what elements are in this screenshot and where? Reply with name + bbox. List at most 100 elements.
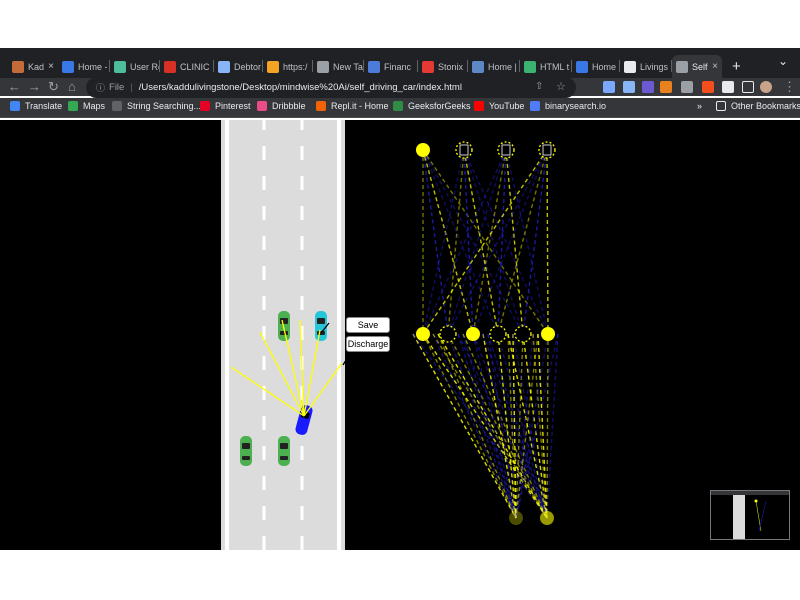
discard-button[interactable]: Discharge bbox=[346, 336, 390, 352]
tab-8[interactable]: Stonix bbox=[418, 55, 468, 78]
star-icon[interactable]: ☆ bbox=[556, 78, 566, 96]
extension-icon-1[interactable] bbox=[623, 81, 635, 93]
bookmark-label: Pinterest bbox=[215, 101, 251, 111]
tab-7[interactable]: Financ bbox=[364, 55, 418, 78]
tab-2[interactable]: User Re bbox=[110, 55, 160, 78]
other-bookmarks[interactable]: Other Bookmarks bbox=[716, 101, 800, 111]
hidden-node bbox=[489, 325, 507, 343]
tab-9[interactable]: Home | bbox=[468, 55, 520, 78]
tab-favicon bbox=[164, 60, 176, 73]
input-node bbox=[509, 511, 523, 525]
bookmark-icon bbox=[200, 101, 210, 111]
new-tab-icon[interactable]: + bbox=[732, 58, 741, 75]
tab-label: Self bbox=[692, 61, 708, 72]
input-node bbox=[540, 511, 554, 525]
avatar[interactable] bbox=[760, 81, 772, 93]
sensor-ray bbox=[303, 362, 343, 417]
folder-icon bbox=[716, 101, 726, 111]
tab-favicon bbox=[524, 60, 536, 73]
bookmark-label: Repl.it - Home bbox=[331, 101, 389, 111]
tab-label: CLINIC bbox=[180, 61, 210, 72]
figma-icon[interactable] bbox=[702, 81, 714, 93]
tab-strip: Kad × Home - User Re CLINIC Debtor https:/New … bbox=[0, 48, 800, 78]
network-connection bbox=[482, 333, 517, 519]
bookmark-label: binarysearch.io bbox=[545, 101, 607, 111]
output-node bbox=[416, 143, 430, 157]
toolbar: ← → ↻ ⌂ ⓘ File | /Users/kaddulivingstone… bbox=[0, 77, 800, 98]
menu-icon[interactable]: ⋮ bbox=[783, 78, 796, 96]
more-bookmarks-icon[interactable]: » bbox=[697, 101, 702, 111]
tab-favicon bbox=[624, 60, 636, 73]
tab-favicon bbox=[317, 60, 329, 73]
bookmark-item[interactable]: Dribbble bbox=[257, 101, 306, 111]
tab-favicon bbox=[576, 60, 588, 73]
tab-label: Kad bbox=[28, 61, 45, 72]
window-bottom bbox=[0, 550, 800, 600]
sidebar-icon[interactable] bbox=[742, 81, 754, 93]
info-icon[interactable]: ⓘ bbox=[96, 81, 105, 94]
minimap-svg bbox=[711, 491, 789, 539]
share-icon[interactable]: ⇧ bbox=[535, 78, 543, 96]
tab-favicon bbox=[62, 60, 74, 73]
output-node bbox=[497, 141, 515, 159]
minimap-thumbnail[interactable] bbox=[710, 490, 790, 540]
bookmark-item[interactable]: GeeksforGeeks bbox=[393, 101, 471, 111]
bookmark-item[interactable]: String Searching... bbox=[112, 101, 201, 111]
bookmark-icon bbox=[530, 101, 540, 111]
tab-favicon bbox=[267, 60, 279, 73]
network-connection bbox=[515, 333, 559, 519]
tab-label: https:/ bbox=[283, 61, 308, 72]
metamask-icon[interactable] bbox=[660, 81, 672, 93]
forward-icon[interactable]: → bbox=[28, 78, 41, 96]
puzzle-icon[interactable] bbox=[722, 81, 734, 93]
sensor-ray-hit bbox=[342, 356, 349, 366]
home-icon[interactable]: ⌂ bbox=[68, 78, 76, 96]
tab-1[interactable]: Home - bbox=[58, 55, 110, 78]
sensor-ray-hit bbox=[320, 322, 330, 334]
extension-icon-2[interactable] bbox=[642, 81, 654, 93]
tab-label: New Ta bbox=[333, 61, 363, 72]
vue-icon[interactable] bbox=[681, 81, 693, 93]
hidden-node bbox=[439, 325, 457, 343]
tab-3[interactable]: CLINIC bbox=[160, 55, 214, 78]
hidden-node bbox=[466, 327, 480, 341]
tab-4[interactable]: Debtor bbox=[214, 55, 263, 78]
bookmark-item[interactable]: Pinterest bbox=[200, 101, 251, 111]
close-icon[interactable]: × bbox=[712, 61, 718, 72]
bookmark-item[interactable]: Repl.it - Home bbox=[316, 101, 389, 111]
tab-label: Home - bbox=[78, 61, 108, 72]
bookmark-icon bbox=[68, 101, 78, 111]
network-connection bbox=[472, 149, 507, 335]
bookmark-item[interactable]: binarysearch.io bbox=[530, 101, 606, 111]
tab-favicon bbox=[422, 60, 434, 73]
bookmark-item[interactable]: Maps bbox=[68, 101, 105, 111]
network-connection bbox=[422, 149, 465, 335]
bookmark-icon bbox=[393, 101, 403, 111]
close-icon[interactable]: × bbox=[48, 61, 54, 72]
tab-favicon bbox=[218, 60, 230, 73]
tab-11[interactable]: Home - bbox=[572, 55, 620, 78]
reload-icon[interactable]: ↻ bbox=[48, 78, 59, 96]
network-connection bbox=[546, 149, 549, 335]
tab-13[interactable]: Self × bbox=[672, 55, 722, 78]
address-url: /Users/kaddulivingstone/Desktop/mindwise… bbox=[138, 82, 462, 93]
tab-label: Stonix bbox=[438, 61, 464, 72]
bookmark-icon bbox=[112, 101, 122, 111]
tab-search-icon[interactable]: ⌄ bbox=[778, 54, 788, 68]
bookmark-item[interactable]: Translate bbox=[10, 101, 62, 111]
back-icon[interactable]: ← bbox=[8, 78, 21, 96]
tab-6[interactable]: New Ta bbox=[313, 55, 364, 78]
bookmark-item[interactable]: YouTube bbox=[474, 101, 524, 111]
address-bar[interactable]: ⓘ File | /Users/kaddulivingstone/Desktop… bbox=[86, 77, 576, 98]
tab-10[interactable]: HTML t bbox=[520, 55, 572, 78]
bookmarks-bar: Translate Maps String Searching... Pinteres… bbox=[0, 98, 800, 118]
react-icon[interactable] bbox=[603, 81, 615, 93]
tab-12[interactable]: Livings bbox=[620, 55, 672, 78]
network-connection bbox=[422, 149, 549, 335]
save-button[interactable]: Save bbox=[346, 317, 390, 333]
self-driving-car-page: Save Discharge bbox=[0, 116, 800, 550]
tab-5[interactable]: https:/ bbox=[263, 55, 313, 78]
tab-0[interactable]: Kad × bbox=[8, 55, 58, 78]
tab-label: Financ bbox=[384, 61, 412, 72]
network-connection bbox=[546, 333, 559, 519]
